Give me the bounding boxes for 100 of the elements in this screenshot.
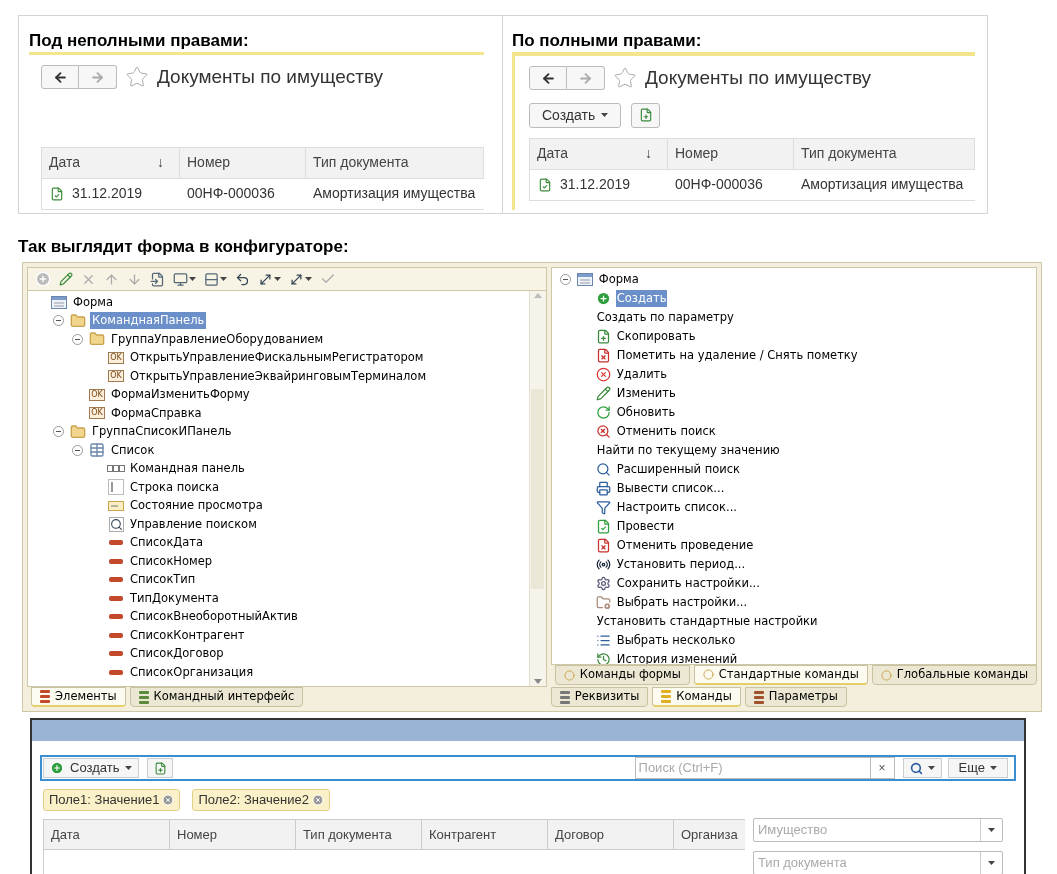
tree-item[interactable]: Форма xyxy=(598,270,639,289)
create-button[interactable]: Создать xyxy=(43,758,140,778)
stack-icon xyxy=(40,690,50,703)
tree-item[interactable]: Командная панель xyxy=(128,460,247,478)
tree-item[interactable]: Список xyxy=(109,441,157,459)
tree-item[interactable]: Форма xyxy=(71,293,115,311)
tree-item[interactable]: Строка поиска xyxy=(128,478,222,496)
panel-tab[interactable]: Командный интерфейс xyxy=(129,687,304,707)
field-icon xyxy=(109,540,123,546)
filter-chip[interactable]: Поле1: Значение1 xyxy=(43,789,181,811)
column-header[interactable]: Дата ↓ xyxy=(42,147,180,178)
command-item[interactable]: Скопировать xyxy=(615,327,697,346)
ok-button-icon: OK xyxy=(108,370,124,383)
panel-tab[interactable]: Элементы xyxy=(31,687,126,707)
scroll-down-arrow-icon[interactable] xyxy=(533,679,542,684)
command-item[interactable]: Изменить xyxy=(615,384,677,403)
collapse-toggle-icon[interactable] xyxy=(72,444,83,456)
command-item[interactable]: Найти по текущему значению xyxy=(595,441,781,460)
copy-button[interactable] xyxy=(147,758,174,778)
forward-arrow-icon xyxy=(578,70,593,86)
tree-item[interactable]: СписокВнеоборотныйАктив xyxy=(128,608,300,626)
tree-item[interactable]: СписокНомер xyxy=(128,552,215,570)
favorite-star-icon[interactable] xyxy=(613,66,637,91)
scrollbar[interactable] xyxy=(528,291,546,686)
column-header[interactable]: Номер xyxy=(170,820,296,849)
command-item[interactable]: Создать по параметру xyxy=(595,308,735,327)
copy-button[interactable] xyxy=(631,102,661,128)
panel-tab[interactable]: Команды формы xyxy=(554,665,690,685)
command-item[interactable]: Настроить список... xyxy=(615,498,739,517)
filter-icon xyxy=(596,500,612,515)
document-check-icon xyxy=(596,519,612,534)
collapse-toggle-icon[interactable] xyxy=(559,274,571,285)
command-item[interactable]: Установить стандартные настройки xyxy=(595,612,819,631)
command-item[interactable]: Установить период... xyxy=(615,555,747,574)
command-item[interactable]: Сохранить настройки... xyxy=(615,574,761,593)
page-title: Документы по имуществу xyxy=(157,65,384,89)
column-header[interactable]: Тип документа xyxy=(296,820,422,849)
collapse-toggle-icon[interactable] xyxy=(53,315,64,327)
more-button[interactable]: Еще xyxy=(947,758,1008,778)
search-cross-icon xyxy=(596,424,612,439)
collapse-toggle-icon[interactable] xyxy=(72,333,83,345)
tree-item[interactable]: СписокКонтрагент xyxy=(128,626,247,644)
caret-icon xyxy=(990,766,997,770)
column-header[interactable]: Договор xyxy=(548,820,674,849)
command-item[interactable]: Удалить xyxy=(615,365,669,384)
column-header[interactable]: Тип документа xyxy=(794,138,975,169)
tree-item[interactable]: ФормаСправка xyxy=(109,404,204,422)
panel-tab[interactable]: Стандартные команды xyxy=(693,665,868,685)
posted-document-icon xyxy=(538,177,552,192)
tree-item[interactable]: СписокДата xyxy=(128,534,206,552)
command-item[interactable]: Отменить поиск xyxy=(615,422,717,441)
panel-tab[interactable]: Реквизиты xyxy=(550,687,649,707)
command-item[interactable]: Обновить xyxy=(615,403,677,422)
tree-item[interactable]: Управление поиском xyxy=(128,515,259,533)
tree-item[interactable]: СписокТип xyxy=(128,571,198,589)
back-button[interactable] xyxy=(529,66,567,91)
table-cell-text: 00НФ-000036 xyxy=(186,184,276,203)
field-icon xyxy=(109,577,123,583)
tree-item[interactable]: СписокОрганизация xyxy=(128,663,256,681)
command-item[interactable]: Выбрать настройки... xyxy=(615,593,749,612)
command-item[interactable]: Выбрать несколько xyxy=(615,631,737,650)
tree-item[interactable]: Состояние просмотра xyxy=(128,497,265,515)
filter-chip[interactable]: Поле2: Значение2 xyxy=(192,789,330,811)
dropdown-caret-icon xyxy=(988,828,995,832)
command-item[interactable]: Пометить на удаление / Снять пометку xyxy=(615,346,859,365)
date-text: 31.12.2019 xyxy=(560,175,631,194)
tree-item[interactable]: ГруппаСписокИПанель xyxy=(90,423,234,441)
tree-item[interactable]: ОткрытьУправлениеЭквайринговымТерминалом xyxy=(128,367,429,385)
column-header[interactable]: Тип документа xyxy=(306,147,484,178)
command-item[interactable]: Расширенный поиск xyxy=(615,460,741,479)
view-status-icon xyxy=(108,500,124,511)
gear-icon xyxy=(596,576,612,591)
panel-tab[interactable]: Команды xyxy=(652,687,741,707)
column-header[interactable]: Дата xyxy=(44,820,170,849)
tree-item[interactable]: ФормаИзменитьФорму xyxy=(109,386,252,404)
create-button[interactable]: Создать xyxy=(529,102,622,128)
column-header[interactable]: Дата ↓ xyxy=(530,138,668,169)
panel-tab[interactable]: Глобальные команды xyxy=(871,665,1037,685)
tree-item[interactable]: ОткрытьУправлениеФискальнымРегистратором xyxy=(128,349,426,367)
command-item[interactable]: Вывести список... xyxy=(615,479,726,498)
tree-item[interactable]: СписокДоговор xyxy=(128,645,226,663)
history-icon xyxy=(596,652,612,664)
field-icon xyxy=(109,669,123,675)
folder-icon xyxy=(70,423,86,440)
back-button[interactable] xyxy=(41,65,79,90)
favorite-star-icon[interactable] xyxy=(125,65,149,90)
collapse-toggle-icon[interactable] xyxy=(53,426,64,438)
column-header[interactable]: Номер xyxy=(668,138,794,169)
column-header[interactable]: Организа xyxy=(674,820,742,849)
tree-item[interactable]: ТипДокумента xyxy=(128,589,221,607)
search-button[interactable] xyxy=(902,758,942,778)
command-item[interactable]: Провести xyxy=(615,517,676,536)
column-header[interactable]: Контрагент xyxy=(422,820,548,849)
column-header[interactable]: Номер xyxy=(180,147,306,178)
ok-button-icon: OK xyxy=(89,407,105,420)
tree-item[interactable]: ГруппаУправлениеОборудованием xyxy=(109,330,326,348)
clear-button[interactable]: × xyxy=(870,757,895,779)
panel-tab[interactable]: Параметры xyxy=(744,687,847,707)
remove-icon xyxy=(162,794,175,806)
command-item[interactable]: Отменить проведение xyxy=(615,536,755,555)
